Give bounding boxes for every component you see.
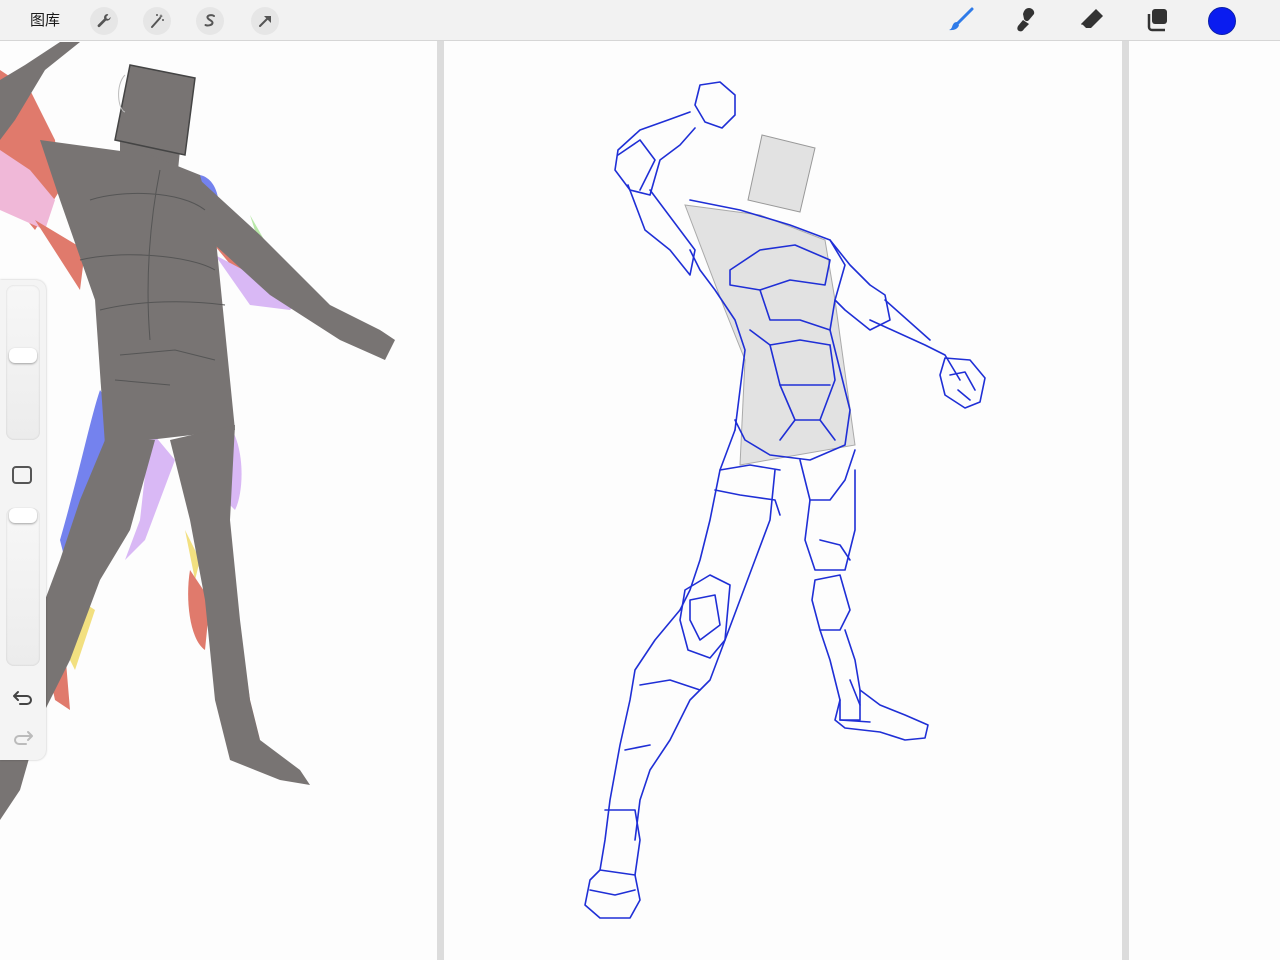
transform-arrow-icon	[256, 12, 274, 30]
left-sidebar	[0, 280, 46, 760]
mannequin-figure	[0, 42, 395, 820]
eraser-button[interactable]	[1076, 4, 1108, 36]
brush-size-slider[interactable]	[6, 285, 40, 440]
panel-divider	[437, 41, 444, 960]
layers-icon	[1142, 5, 1172, 35]
head-box	[747, 134, 816, 213]
armor-figure-sketch	[584, 81, 986, 919]
layers-button[interactable]	[1141, 4, 1173, 36]
mannequin-drawing	[0, 42, 395, 820]
transform-button[interactable]	[251, 7, 279, 35]
adjustments-button[interactable]	[143, 7, 171, 35]
eraser-icon	[1077, 5, 1107, 35]
canvas-panel-center[interactable]	[444, 41, 1122, 960]
color-picker-button[interactable]	[1208, 7, 1236, 35]
smudge-button[interactable]	[1010, 4, 1042, 36]
brush-button[interactable]	[945, 4, 977, 36]
selection-button[interactable]	[196, 7, 224, 35]
selection-s-icon	[201, 12, 219, 30]
actions-button[interactable]	[90, 7, 118, 35]
opacity-slider[interactable]	[6, 508, 40, 666]
wrench-icon	[95, 12, 113, 30]
brush-size-thumb[interactable]	[9, 348, 37, 363]
top-toolbar: 图库	[0, 0, 1280, 41]
canvas-panel-right[interactable]	[1129, 41, 1280, 960]
undo-icon	[12, 688, 34, 706]
canvas-panel-left[interactable]	[0, 41, 437, 960]
panel-divider	[1122, 41, 1129, 960]
gallery-button[interactable]: 图库	[30, 9, 60, 30]
undo-button[interactable]	[10, 686, 36, 708]
torso-shading	[684, 204, 856, 466]
brush-icon	[946, 5, 976, 35]
redo-icon	[12, 728, 34, 746]
magic-wand-icon	[148, 12, 166, 30]
opacity-thumb[interactable]	[9, 508, 37, 523]
square-icon[interactable]	[12, 466, 32, 484]
redo-button[interactable]	[10, 726, 36, 748]
smudge-icon	[1011, 5, 1041, 35]
